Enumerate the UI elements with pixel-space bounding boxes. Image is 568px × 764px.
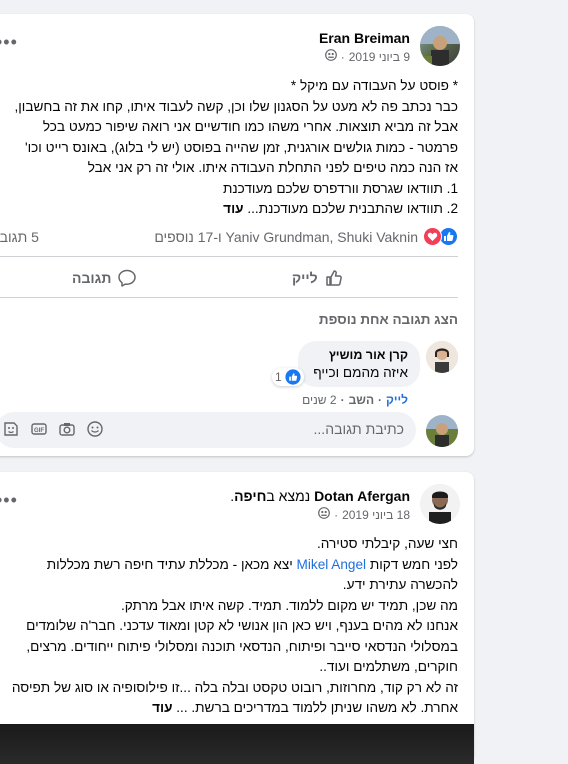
meta-separator: · — [334, 507, 339, 522]
comment-avatar[interactable] — [426, 341, 458, 373]
like-icon — [325, 270, 342, 286]
comment-bubble: קרן אור מושיץ איזה מהמם וכייף — [298, 341, 420, 387]
divider — [0, 256, 458, 257]
post-line: אנחנו לא מהים בענף, ויש כאן הון אנושי לא… — [26, 618, 458, 633]
post-body: * פוסט על העבודה עם מיקל * כבר נכתב פה ל… — [14, 76, 458, 220]
post-line: במסלולי הנדסאי סייבר ופיתוח, הנדסאי תוכנ… — [26, 638, 458, 654]
svg-text:GIF: GIF — [34, 428, 44, 434]
post-date[interactable]: 9 ביוני 2019 — [349, 50, 410, 64]
post-line: אחרת. לא משהו שניתן ללמוד במדריכים ברשת.… — [12, 698, 458, 719]
like-reaction-icon — [285, 369, 301, 385]
love-reaction-icon — [423, 227, 442, 246]
location-link[interactable]: חיפה — [234, 488, 266, 504]
meta-separator: · — [340, 49, 345, 64]
post-line: זה לא רק קוד, מחרוזות, רובוט טקסט ובלה ב… — [11, 679, 458, 695]
comment-reactions[interactable]: 1 — [272, 368, 304, 386]
post-line: אבל זה מביא תוצאות. אחרי משהו כמו חודשיי… — [42, 119, 458, 134]
separator-dot: · — [378, 393, 383, 407]
post-line: 2. תוודאו שהתבנית שלכם מעודכנת... עוד — [14, 199, 458, 220]
more-options-icon[interactable]: ••• — [0, 32, 18, 53]
post-meta: 9 ביוני 2019 · — [324, 49, 410, 64]
comment-like-count: 1 — [275, 370, 282, 384]
post-author[interactable]: Eran Breiman — [319, 30, 410, 46]
post-line: אז הנה כמה טיפים לפני התחלת העבודה איתו.… — [87, 160, 458, 175]
post-line-text: לפני חמש דקות — [369, 556, 458, 572]
post-line: לפני חמש דקות Mikel Angel יצא מכאן - מכל… — [12, 555, 458, 576]
like-button[interactable]: לייק — [292, 268, 344, 288]
divider — [0, 297, 458, 298]
comment-time[interactable]: 2 שנים — [302, 393, 336, 407]
globe-icon — [324, 49, 337, 64]
post-line: 1. תוודאו שגרסת וורדפרס שלכם מעודכנת — [222, 180, 458, 196]
comment-icon — [118, 269, 137, 287]
separator-dot: · — [340, 393, 345, 407]
post-line: * פוסט על העבודה עם מיקל * — [290, 78, 458, 93]
more-options-icon[interactable]: ••• — [0, 490, 18, 511]
post-line: כבר נכתב פה לא מעט על הסגנון שלו וכן, קש… — [14, 98, 458, 114]
post-line: חצי שעה, קיבלתי סטירה. — [316, 536, 458, 551]
comment-button[interactable]: תגובה — [72, 268, 137, 288]
post-media[interactable] — [0, 724, 474, 764]
camera-icon[interactable] — [58, 420, 76, 438]
like-label: לייק — [292, 270, 318, 286]
emoji-icon[interactable] — [86, 420, 104, 438]
post-line: מה שכן, תמיד יש מקום ללמוד. תמיד. קשה אי… — [120, 597, 458, 613]
post-date[interactable]: 18 ביוני 2019 — [342, 508, 410, 522]
comment-like-action[interactable]: לייק — [386, 393, 408, 407]
comments-count[interactable]: 5 תגובו — [0, 229, 39, 245]
comment-actions: לייק · השב · 2 שנים — [302, 393, 408, 407]
comment-label: תגובה — [72, 270, 112, 286]
my-avatar[interactable] — [426, 415, 458, 447]
comment-reply-action[interactable]: השב — [349, 393, 374, 407]
write-comment-placeholder[interactable]: כתיבת תגובה... — [314, 421, 404, 437]
avatar[interactable] — [420, 484, 460, 524]
mention-link[interactable]: Mikel Angel — [297, 557, 367, 572]
post-meta: 18 ביוני 2019 · — [318, 507, 410, 522]
comment-author[interactable]: קרן אור מושיץ — [329, 348, 408, 362]
write-comment-box[interactable]: כתיבת תגובה... GIF — [0, 412, 416, 448]
see-more-link[interactable]: עוד — [152, 700, 172, 715]
reactions-summary[interactable]: Yaniv Grundman, Shuki Vaknin ו‑17 נוספים — [154, 227, 458, 246]
location-prefix: נמצא ב — [266, 488, 311, 504]
comment-tools: GIF — [2, 420, 104, 438]
sticker-icon[interactable] — [2, 420, 20, 438]
reactions-text[interactable]: Yaniv Grundman, Shuki Vaknin ו‑17 נוספים — [154, 229, 418, 245]
comment-text: איזה מהמם וכייף — [313, 365, 408, 380]
view-more-comments[interactable]: הצג תגובה אחת נוספת — [319, 312, 458, 327]
reaction-icons — [423, 227, 458, 246]
avatar[interactable] — [420, 26, 460, 66]
post-line-text: אחרת. לא משהו שניתן ללמוד במדריכים ברשת.… — [176, 700, 458, 715]
post-header-line: Dotan Afergan נמצא בחיפה. — [230, 488, 410, 504]
gif-icon[interactable]: GIF — [30, 420, 48, 438]
post-card: ••• Dotan Afergan נמצא בחיפה. 18 ביוני 2… — [0, 472, 474, 764]
post-card: ••• Eran Breiman 9 ביוני 2019 · * פוסט ע… — [0, 14, 474, 456]
post-line: פרמטר - כמות גולשים אורגנית, זמן שהייה ב… — [25, 139, 458, 155]
post-line: חוקרים, משתלמים ועוד.. — [319, 659, 458, 674]
see-more-link[interactable]: עוד — [223, 201, 243, 216]
post-line: להכשרה עתירת ידע. — [342, 577, 458, 592]
post-line-text: 2. תוודאו שהתבנית שלכם מעודכנת... — [247, 201, 458, 216]
post-author[interactable]: Dotan Afergan — [314, 488, 410, 504]
globe-icon — [318, 507, 330, 522]
post-body: חצי שעה, קיבלתי סטירה. לפני חמש דקות Mik… — [12, 534, 458, 719]
post-line-text: יצא מכאן - מכללת עתיד חיפה רשת מכללות — [46, 556, 293, 572]
